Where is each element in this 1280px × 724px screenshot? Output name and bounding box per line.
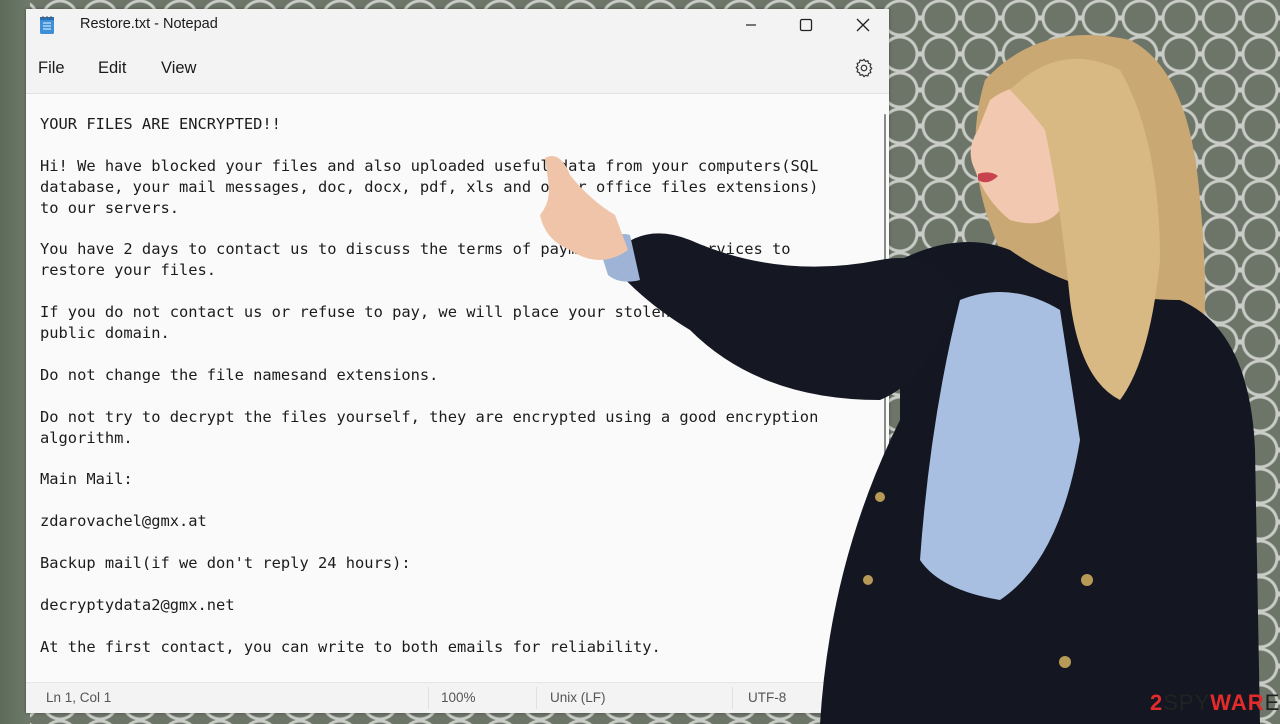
notepad-icon: [40, 16, 54, 34]
status-divider: [536, 687, 537, 709]
watermark-part: 2: [1150, 690, 1164, 715]
vertical-scrollbar[interactable]: [884, 114, 886, 674]
notepad-window: Restore.txt - Notepad File Edit View YOU…: [26, 9, 889, 713]
line-ending: Unix (LF): [550, 690, 606, 705]
encoding: UTF-8: [748, 690, 787, 705]
menu-file[interactable]: File: [38, 59, 65, 78]
status-divider: [428, 687, 429, 709]
status-divider: [732, 687, 733, 709]
gear-icon[interactable]: [853, 57, 875, 79]
watermark-part: E: [1264, 690, 1280, 715]
cursor-position: Ln 1, Col 1: [46, 690, 112, 705]
menu-edit[interactable]: Edit: [98, 59, 126, 78]
title-bar[interactable]: Restore.txt - Notepad: [26, 9, 889, 41]
watermark-part: WAR: [1210, 690, 1265, 715]
maximize-icon: [799, 18, 813, 32]
minimize-button[interactable]: [728, 9, 774, 41]
text-editor[interactable]: YOUR FILES ARE ENCRYPTED!! Hi! We have b…: [26, 93, 889, 684]
minimize-icon: [746, 24, 756, 26]
status-bar: Ln 1, Col 1 100% Unix (LF) UTF-8: [26, 682, 889, 713]
document-text[interactable]: YOUR FILES ARE ENCRYPTED!! Hi! We have b…: [40, 114, 818, 658]
2spyware-watermark: 2SPYWARE: [1150, 690, 1280, 716]
window-title: Restore.txt - Notepad: [80, 16, 218, 32]
zoom-level: 100%: [441, 690, 476, 705]
menu-view[interactable]: View: [161, 59, 196, 78]
close-icon: [856, 18, 870, 32]
close-button[interactable]: [840, 9, 886, 41]
menu-bar: File Edit View: [26, 49, 889, 91]
watermark-part: SPY: [1163, 690, 1211, 715]
maximize-button[interactable]: [783, 9, 829, 41]
